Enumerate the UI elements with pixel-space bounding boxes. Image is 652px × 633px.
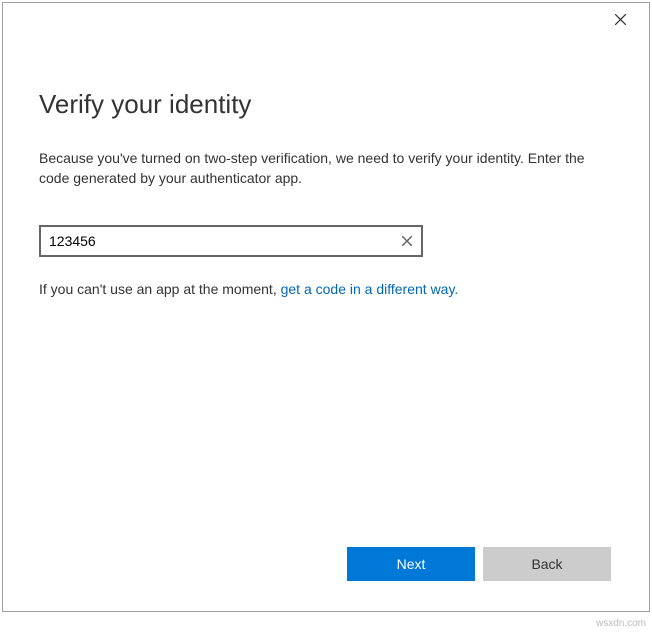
code-input-wrapper [39, 225, 423, 257]
code-input[interactable] [39, 225, 423, 257]
alt-code-link[interactable]: get a code in a different way. [281, 281, 459, 297]
clear-icon [402, 236, 412, 246]
dialog-footer: Next Back [3, 547, 649, 611]
dialog-description: Because you've turned on two-step verifi… [39, 148, 613, 189]
dialog-content: Verify your identity Because you've turn… [3, 35, 649, 547]
clear-input-button[interactable] [397, 231, 417, 251]
dialog-window: Verify your identity Because you've turn… [2, 2, 650, 612]
next-button[interactable]: Next [347, 547, 475, 581]
watermark-text: wsxdn.com [596, 618, 646, 629]
close-button[interactable] [605, 4, 635, 34]
close-icon [615, 14, 626, 25]
helper-text: If you can't use an app at the moment, g… [39, 281, 613, 297]
helper-prefix: If you can't use an app at the moment, [39, 281, 281, 297]
back-button[interactable]: Back [483, 547, 611, 581]
dialog-title: Verify your identity [39, 89, 613, 120]
titlebar [3, 3, 649, 35]
